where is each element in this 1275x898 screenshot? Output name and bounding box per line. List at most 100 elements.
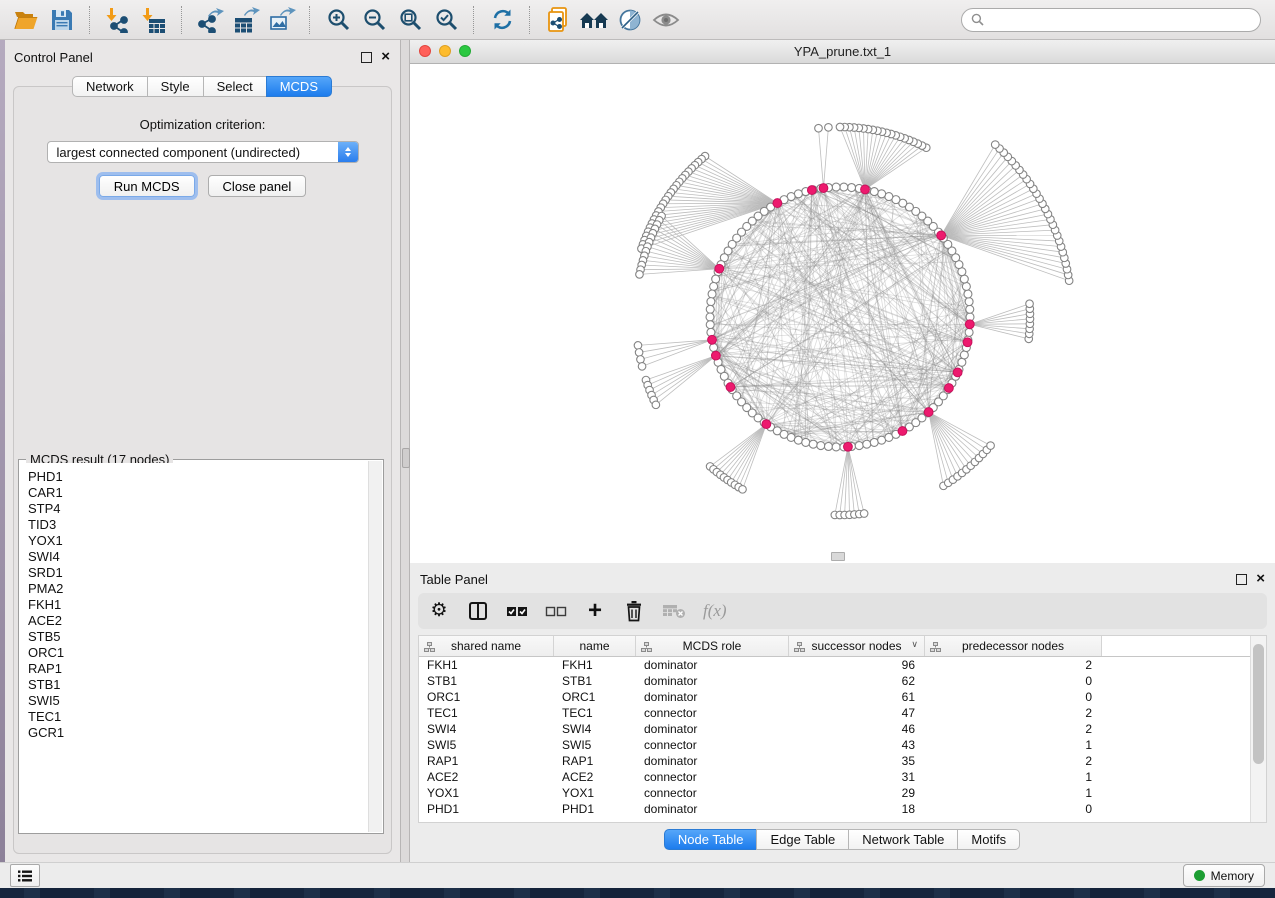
network-canvas[interactable] (410, 64, 1275, 563)
column-header-4[interactable]: predecessor nodes (925, 636, 1102, 656)
mcds-result-item[interactable]: TEC1 (28, 709, 369, 725)
table-row[interactable]: SWI4SWI4dominator462 (419, 721, 1250, 737)
task-history-button[interactable] (10, 864, 40, 887)
column-header-0[interactable]: shared name (419, 636, 554, 656)
mcds-result-item[interactable]: ORC1 (28, 645, 369, 661)
search-input[interactable] (990, 12, 1251, 28)
table-row[interactable]: ACE2ACE2connector311 (419, 769, 1250, 785)
zoom-fit-button[interactable] (392, 4, 428, 36)
mcds-result-item[interactable]: YOX1 (28, 533, 369, 549)
mcds-result-item[interactable]: SWI4 (28, 549, 369, 565)
table-row[interactable]: SWI5SWI5connector431 (419, 737, 1250, 753)
export-image-button[interactable] (264, 4, 300, 36)
mcds-result-item[interactable]: SWI5 (28, 693, 369, 709)
table-scrollbar[interactable] (1250, 636, 1266, 822)
mcds-scrollbar[interactable] (368, 461, 382, 832)
function-builder-button[interactable]: f(x) (703, 598, 727, 624)
deselect-all-button[interactable] (545, 598, 567, 624)
tab-mcds[interactable]: MCDS (266, 76, 332, 97)
export-table-button[interactable] (228, 4, 264, 36)
memory-button[interactable]: Memory (1183, 864, 1265, 887)
vertical-splitter[interactable] (400, 40, 410, 862)
tab-network-table[interactable]: Network Table (848, 829, 958, 850)
double-house-button[interactable] (576, 4, 612, 36)
mcds-result-item[interactable]: CAR1 (28, 485, 369, 501)
import-network-icon (105, 7, 131, 33)
split-columns-icon (468, 601, 488, 621)
zoom-in-button[interactable] (320, 4, 356, 36)
tab-select[interactable]: Select (203, 76, 267, 97)
mcds-result-item[interactable]: TID3 (28, 517, 369, 533)
import-network-button[interactable] (100, 4, 136, 36)
search-icon (971, 13, 984, 26)
tab-node-table[interactable]: Node Table (664, 829, 758, 850)
network-graph[interactable] (410, 64, 1275, 564)
float-window-icon[interactable] (361, 52, 372, 63)
mcds-result-item[interactable]: FKH1 (28, 597, 369, 613)
save-session-button[interactable] (44, 4, 80, 36)
search-box[interactable] (961, 8, 1261, 32)
open-file-button[interactable] (8, 4, 44, 36)
tab-network[interactable]: Network (72, 76, 148, 97)
splitter-handle[interactable] (402, 448, 410, 468)
mcds-result-item[interactable]: PMA2 (28, 581, 369, 597)
zoom-selected-button[interactable] (428, 4, 464, 36)
close-window-icon[interactable] (419, 45, 431, 57)
select-all-button[interactable] (506, 598, 528, 624)
table-row[interactable]: RAP1RAP1dominator352 (419, 753, 1250, 769)
mcds-result-item[interactable]: SRD1 (28, 565, 369, 581)
minimize-window-icon[interactable] (439, 45, 451, 57)
close-panel-icon[interactable]: × (381, 52, 390, 62)
mcds-result-item[interactable]: STP4 (28, 501, 369, 517)
optimization-criterion-select[interactable]: largest connected component (undirected) (47, 141, 359, 163)
zoom-out-button[interactable] (356, 4, 392, 36)
tab-motifs[interactable]: Motifs (957, 829, 1020, 850)
table-panel-title: Table Panel (420, 572, 488, 587)
mcds-result-item[interactable]: STB1 (28, 677, 369, 693)
column-label: successor nodes (811, 639, 901, 653)
float-table-panel-icon[interactable] (1236, 574, 1247, 585)
maximize-window-icon[interactable] (459, 45, 471, 57)
mcds-result-item[interactable]: ACE2 (28, 613, 369, 629)
table-row[interactable]: PHD1PHD1dominator180 (419, 801, 1250, 817)
column-label: shared name (451, 639, 521, 653)
table-row[interactable]: ORC1ORC1dominator610 (419, 689, 1250, 705)
mcds-result-item[interactable]: RAP1 (28, 661, 369, 677)
refresh-button[interactable] (484, 4, 520, 36)
deselect-all-icon (545, 604, 567, 618)
tab-edge-table[interactable]: Edge Table (756, 829, 849, 850)
mcds-result-item[interactable]: PHD1 (28, 469, 369, 485)
horizontal-splitter-handle[interactable] (831, 552, 845, 561)
export-network-button[interactable] (192, 4, 228, 36)
main-toolbar (0, 0, 1275, 40)
control-panel: Control Panel × Network Style Select MCD… (5, 40, 400, 862)
eye-button[interactable] (648, 4, 684, 36)
table-scrollbar-thumb[interactable] (1253, 644, 1264, 764)
table-row[interactable]: TEC1TEC1connector472 (419, 705, 1250, 721)
column-header-1[interactable]: name (554, 636, 636, 656)
run-mcds-button[interactable]: Run MCDS (99, 175, 195, 197)
toolbar-separator (473, 6, 475, 34)
mcds-result-item[interactable]: GCR1 (28, 725, 369, 741)
split-columns-button[interactable] (467, 598, 489, 624)
tab-style[interactable]: Style (147, 76, 204, 97)
slashed-disc-button[interactable] (612, 4, 648, 36)
memory-status-icon (1194, 870, 1205, 881)
delete-column-button[interactable] (623, 598, 645, 624)
table-panel: Table Panel × ⚙ + f(x) (410, 563, 1275, 862)
column-header-3[interactable]: successor nodes∨ (789, 636, 925, 656)
table-row[interactable]: STB1STB1dominator620 (419, 673, 1250, 689)
add-column-button[interactable]: + (584, 598, 606, 624)
column-header-2[interactable]: MCDS role (636, 636, 789, 656)
table-row[interactable]: FKH1FKH1dominator962 (419, 657, 1250, 673)
table-settings-button[interactable]: ⚙ (428, 598, 450, 624)
import-table-button[interactable] (136, 4, 172, 36)
mcds-result-item[interactable]: STB5 (28, 629, 369, 645)
close-panel-button[interactable]: Close panel (208, 175, 307, 197)
network-document-button[interactable] (540, 4, 576, 36)
table-row[interactable]: YOX1YOX1connector291 (419, 785, 1250, 801)
zoom-selected-icon (434, 7, 459, 32)
close-table-panel-icon[interactable]: × (1256, 574, 1265, 584)
control-panel-header: Control Panel × (5, 40, 400, 70)
delete-table-button[interactable] (662, 598, 686, 624)
